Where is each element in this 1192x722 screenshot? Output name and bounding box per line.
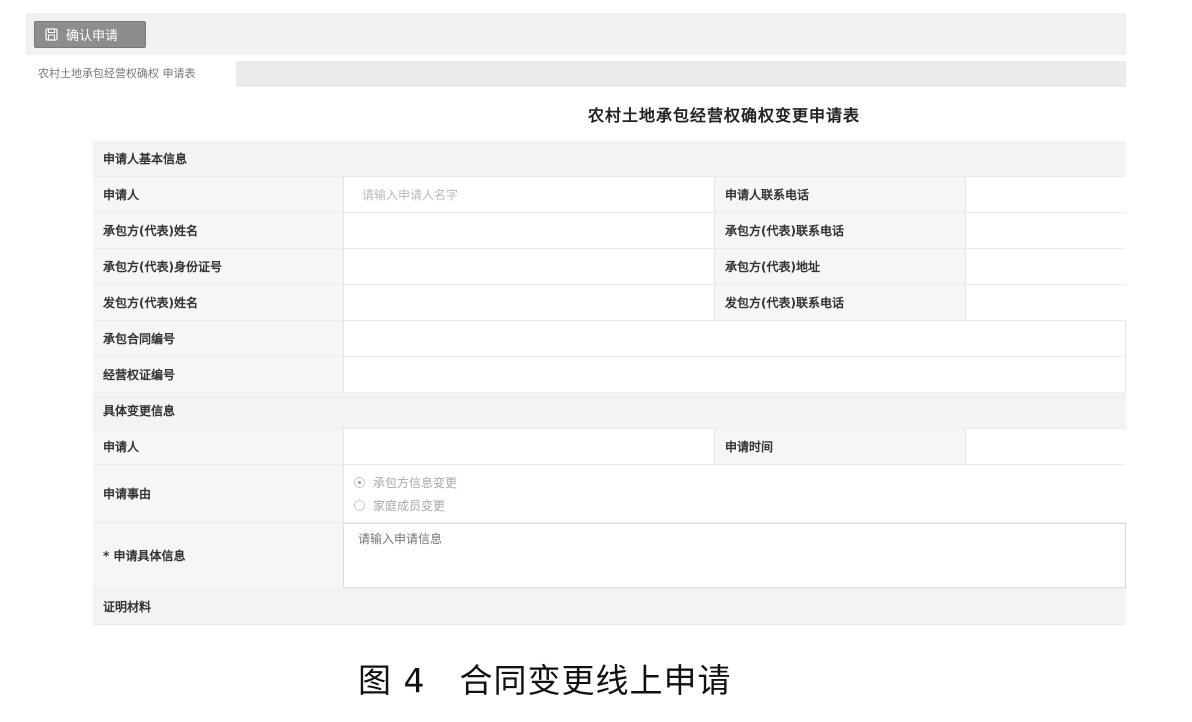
tab-application-form[interactable]: 农村土地承包经营权确权 申请表 [26, 61, 236, 87]
contractor-address-input[interactable] [965, 249, 1126, 284]
section-basic-info: 申请人基本信息 [93, 141, 1126, 177]
form-title: 农村土地承包经营权确权变更申请表 [588, 106, 861, 125]
confirm-apply-label: 确认申请 [66, 29, 119, 44]
form-row: 申请人 申请时间 [93, 429, 1126, 465]
radio-unchecked-icon [354, 500, 365, 511]
applicant-phone-input[interactable] [965, 177, 1126, 212]
radio-checked-icon [354, 477, 365, 488]
contractor-id-label: 承包方(代表)身份证号 [93, 249, 343, 284]
form-row: 经营权证编号 [93, 357, 1126, 393]
form-row: 承包方(代表)姓名 承包方(代表)联系电话 [93, 213, 1126, 249]
figure-caption: 图 4 合同变更线上申请 [358, 661, 732, 700]
apply-time-label: 申请时间 [715, 429, 965, 464]
applicant2-label: 申请人 [93, 429, 343, 464]
reason-option-label: 承包方信息变更 [373, 476, 458, 490]
apply-time-input[interactable] [965, 429, 1126, 464]
form-row: * 申请具体信息 [93, 523, 1126, 589]
form-row: 申请事由 承包方信息变更 家庭成员变更 [93, 465, 1126, 523]
tab-bar: 农村土地承包经营权确权 申请表 [26, 61, 1126, 87]
section-change-info-label: 具体变更信息 [103, 404, 176, 418]
form-row: 发包方(代表)姓名 发包方(代表)联系电话 [93, 285, 1126, 321]
reason-option-family-change[interactable]: 家庭成员变更 [354, 494, 1126, 517]
cert-no-input[interactable] [343, 357, 1126, 392]
application-form: 申请人基本信息 申请人 请输入申请人名字 申请人联系电话 承包方(代表)姓名 承… [93, 141, 1126, 625]
contractor-phone-label: 承包方(代表)联系电话 [715, 213, 965, 248]
toolbar: 确认申请 [26, 13, 1126, 55]
contractor-phone-input[interactable] [965, 213, 1126, 248]
issuer-name-input[interactable] [343, 285, 715, 320]
issuer-phone-label: 发包方(代表)联系电话 [715, 285, 965, 320]
section-basic-info-label: 申请人基本信息 [103, 152, 188, 166]
contractor-address-label: 承包方(代表)地址 [715, 249, 965, 284]
section-proof-materials: 证明材料 [93, 589, 1126, 625]
applicant-label: 申请人 [93, 177, 343, 212]
form-row: 申请人 请输入申请人名字 申请人联系电话 [93, 177, 1126, 213]
reason-option-contractor-change[interactable]: 承包方信息变更 [354, 471, 1126, 494]
reason-label: 申请事由 [93, 465, 343, 522]
form-row: 承包方(代表)身份证号 承包方(代表)地址 [93, 249, 1126, 285]
form-row: 承包合同编号 [93, 321, 1126, 357]
issuer-phone-input[interactable] [965, 285, 1126, 320]
detail-label: * 申请具体信息 [93, 523, 343, 588]
confirm-apply-button[interactable]: 确认申请 [34, 21, 146, 48]
issuer-name-label: 发包方(代表)姓名 [93, 285, 343, 320]
cert-no-label: 经营权证编号 [93, 357, 343, 392]
detail-textarea[interactable] [343, 523, 1126, 588]
contractor-id-input[interactable] [343, 249, 715, 284]
section-change-info: 具体变更信息 [93, 393, 1126, 429]
applicant2-input[interactable] [343, 429, 715, 464]
save-icon [45, 28, 58, 41]
reason-option-label: 家庭成员变更 [373, 499, 446, 513]
contract-no-label: 承包合同编号 [93, 321, 343, 356]
applicant-phone-label: 申请人联系电话 [715, 177, 965, 212]
contractor-name-label: 承包方(代表)姓名 [93, 213, 343, 248]
proof-label: 证明材料 [103, 600, 152, 614]
reason-radio-group: 承包方信息变更 家庭成员变更 [343, 465, 1126, 522]
applicant-name-input[interactable]: 请输入申请人名字 [343, 177, 715, 212]
contract-no-input[interactable] [343, 321, 1126, 356]
contractor-name-input[interactable] [343, 213, 715, 248]
